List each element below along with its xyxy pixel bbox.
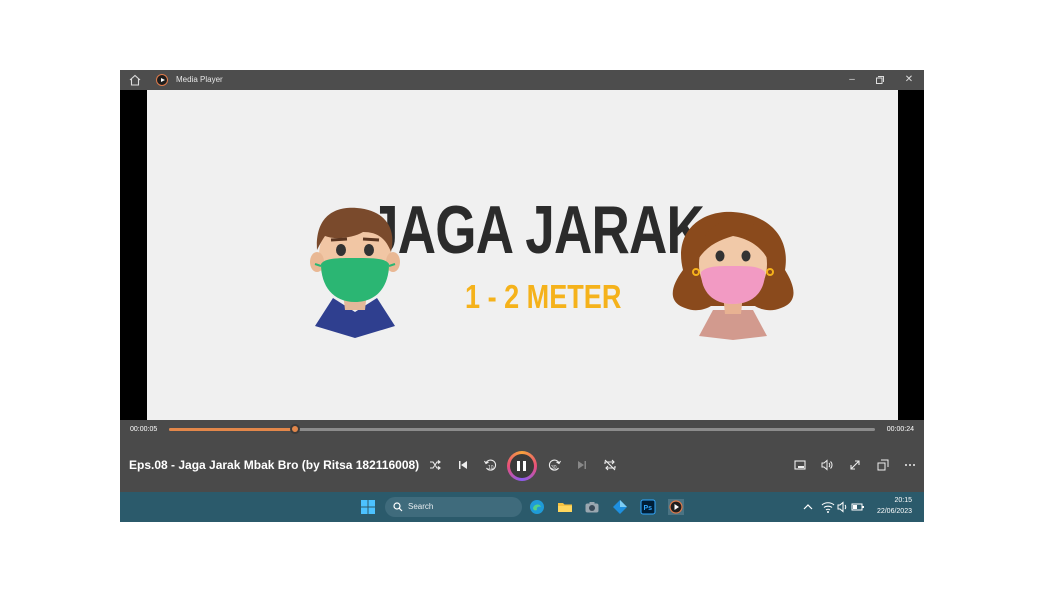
start-icon[interactable] bbox=[360, 499, 376, 515]
pause-button[interactable] bbox=[507, 451, 537, 481]
media-player-app-icon bbox=[156, 74, 168, 86]
window-title: Media Player bbox=[176, 75, 223, 84]
pause-icon bbox=[510, 454, 534, 478]
seek-progress bbox=[169, 428, 295, 431]
current-time: 00:00:05 bbox=[130, 426, 158, 433]
seek-bar[interactable] bbox=[169, 424, 875, 434]
video-headline: JAGA JARAK bbox=[369, 192, 705, 268]
battery-icon[interactable] bbox=[850, 499, 866, 515]
home-icon[interactable] bbox=[128, 73, 142, 87]
boy-with-mask-illustration bbox=[310, 207, 400, 338]
skip-forward-30-icon[interactable]: 30 bbox=[547, 457, 563, 473]
file-explorer-icon[interactable] bbox=[557, 499, 573, 515]
more-options-icon[interactable] bbox=[902, 457, 918, 473]
next-icon[interactable] bbox=[574, 457, 590, 473]
store-icon[interactable] bbox=[612, 499, 628, 515]
seek-thumb[interactable] bbox=[289, 424, 300, 434]
video-frame[interactable]: JAGA JARAK 1 - 2 METER bbox=[147, 90, 898, 420]
skip-back-10-icon[interactable]: 10 bbox=[482, 457, 498, 473]
wifi-icon[interactable] bbox=[820, 499, 836, 515]
clock-time[interactable]: 20:15 bbox=[894, 497, 912, 504]
svg-text:30: 30 bbox=[551, 465, 557, 471]
girl-with-mask-illustration bbox=[672, 211, 794, 340]
restore-button[interactable] bbox=[866, 70, 894, 90]
mini-player-icon[interactable] bbox=[792, 457, 808, 473]
camera-icon[interactable] bbox=[584, 499, 600, 515]
windows-taskbar: Search Ps 20:15 22/06/2023 bbox=[120, 492, 924, 522]
search-placeholder: Search bbox=[408, 502, 434, 511]
taskbar-search[interactable]: Search bbox=[385, 497, 522, 517]
media-player-window: Media Player – ✕ JAGA JARAK 1 - 2 METER bbox=[120, 70, 924, 522]
edge-icon[interactable] bbox=[529, 499, 545, 515]
volume-icon[interactable] bbox=[819, 457, 835, 473]
previous-icon[interactable] bbox=[455, 457, 471, 473]
svg-text:Ps: Ps bbox=[644, 505, 653, 512]
search-icon bbox=[393, 502, 403, 512]
playback-controls: 00:00:05 00:00:24 Eps.08 - Jaga Jarak Mb… bbox=[120, 420, 924, 492]
fullscreen-icon[interactable] bbox=[847, 457, 863, 473]
media-player-taskbar-icon[interactable] bbox=[668, 499, 684, 515]
total-time: 00:00:24 bbox=[886, 426, 914, 433]
picture-in-picture-icon[interactable] bbox=[875, 457, 891, 473]
photoshop-icon[interactable]: Ps bbox=[640, 499, 656, 515]
speaker-icon[interactable] bbox=[835, 499, 851, 515]
video-subline: 1 - 2 METER bbox=[465, 278, 622, 315]
close-button[interactable]: ✕ bbox=[895, 70, 923, 90]
minimize-button[interactable]: – bbox=[838, 70, 866, 90]
clock-date[interactable]: 22/06/2023 bbox=[877, 508, 912, 515]
repeat-off-icon[interactable] bbox=[602, 457, 618, 473]
svg-text:10: 10 bbox=[488, 465, 494, 471]
media-title: Eps.08 - Jaga Jarak Mbak Bro (by Ritsa 1… bbox=[129, 458, 420, 472]
title-bar: Media Player – ✕ bbox=[120, 70, 924, 90]
shuffle-icon[interactable] bbox=[427, 457, 443, 473]
chevron-up-icon[interactable] bbox=[800, 499, 816, 515]
restore-icon bbox=[876, 76, 884, 84]
